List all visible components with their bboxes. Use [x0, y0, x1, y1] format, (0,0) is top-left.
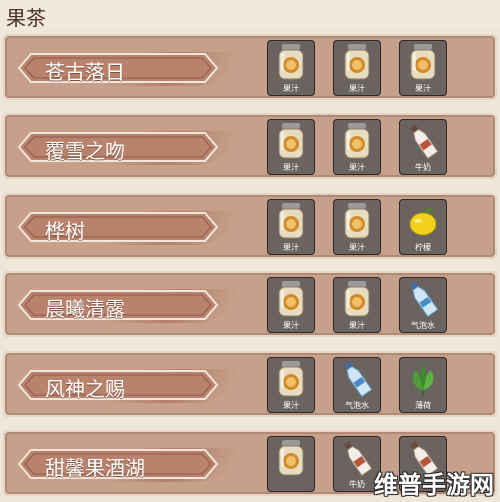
ingredient-label: 果汁 [349, 163, 365, 172]
ingredient-label: 气泡水 [411, 321, 435, 330]
watermark-text: 维普手游网 [374, 470, 494, 499]
recipe-name-banner: 苍古落日 [15, 50, 221, 86]
soda-bottle-icon [337, 360, 377, 398]
header-bar: 果茶 [0, 0, 500, 30]
recipe-name: 桦树 [45, 219, 85, 243]
recipe-name: 晨曦清露 [45, 297, 125, 321]
ingredient-label: 牛奶 [415, 163, 431, 172]
ingredient-label: 果汁 [283, 401, 299, 410]
recipe-name: 苍古落日 [45, 60, 125, 84]
ingredient-slot[interactable]: 果汁 [267, 40, 315, 96]
ingredient-slot[interactable]: 果汁 [267, 277, 315, 333]
ingredient-label: 果汁 [349, 321, 365, 330]
juice-jar-icon [271, 439, 311, 477]
ingredient-slot[interactable]: 果汁 [333, 40, 381, 96]
recipe-row[interactable]: 晨曦清露果汁 果汁 气泡水 [3, 271, 497, 337]
ingredient-slot[interactable] [267, 436, 315, 492]
juice-jar-icon [271, 122, 311, 160]
ingredient-label: 果汁 [349, 243, 365, 252]
ingredient-label: 果汁 [415, 84, 431, 93]
ingredient-label: 果汁 [283, 163, 299, 172]
juice-jar-icon [403, 43, 443, 81]
ingredient-slot[interactable]: 果汁 [267, 119, 315, 175]
ingredient-slot[interactable]: 薄荷 [399, 357, 447, 413]
recipe-row[interactable]: 桦树果汁 果汁 柠檬 [3, 193, 497, 259]
juice-jar-icon [271, 360, 311, 398]
juice-jar-icon [271, 280, 311, 318]
recipe-name-banner: 桦树 [15, 209, 221, 245]
ingredient-slot[interactable]: 柠檬 [399, 199, 447, 255]
page-title: 果茶 [6, 6, 46, 30]
ingredient-slot[interactable]: 气泡水 [399, 277, 447, 333]
ingredient-slot[interactable]: 果汁 [333, 119, 381, 175]
ingredient-label: 气泡水 [345, 401, 369, 410]
ingredient-label: 果汁 [349, 84, 365, 93]
juice-jar-icon [337, 122, 377, 160]
recipe-name: 覆雪之吻 [45, 139, 125, 163]
ingredient-slot[interactable]: 气泡水 [333, 357, 381, 413]
mint-icon [403, 360, 443, 398]
juice-jar-icon [337, 280, 377, 318]
ingredient-slot[interactable]: 牛奶 [399, 119, 447, 175]
watermark-logo: 维普手游网 [334, 464, 494, 500]
ingredient-slot[interactable]: 果汁 [333, 277, 381, 333]
recipe-name-banner: 覆雪之吻 [15, 129, 221, 165]
recipe-row[interactable]: 覆雪之吻果汁 果汁 牛奶 [3, 113, 497, 179]
ingredient-label: 果汁 [283, 321, 299, 330]
juice-jar-icon [337, 43, 377, 81]
ingredient-slot[interactable]: 果汁 [333, 199, 381, 255]
ingredient-slot[interactable]: 果汁 [267, 199, 315, 255]
recipe-name: 甜馨果酒湖 [45, 456, 145, 480]
juice-jar-icon [271, 202, 311, 240]
recipe-name-banner: 晨曦清露 [15, 287, 221, 323]
juice-jar-icon [337, 202, 377, 240]
ingredient-label: 薄荷 [415, 401, 431, 410]
juice-jar-icon [271, 43, 311, 81]
recipe-row[interactable]: 风神之赐果汁 气泡水 薄荷 [3, 351, 497, 417]
soda-bottle-icon [403, 280, 443, 318]
ingredient-label: 柠檬 [415, 243, 431, 252]
recipe-name: 风神之赐 [45, 377, 125, 401]
recipe-row[interactable]: 苍古落日果汁 果汁 果汁 [3, 34, 497, 100]
ingredient-label: 果汁 [283, 84, 299, 93]
milk-bottle-icon [403, 122, 443, 160]
recipe-name-banner: 甜馨果酒湖 [15, 446, 221, 482]
ingredient-label: 果汁 [283, 243, 299, 252]
lemon-icon [403, 202, 443, 240]
ingredient-slot[interactable]: 果汁 [399, 40, 447, 96]
recipe-name-banner: 风神之赐 [15, 367, 221, 403]
ingredient-slot[interactable]: 果汁 [267, 357, 315, 413]
